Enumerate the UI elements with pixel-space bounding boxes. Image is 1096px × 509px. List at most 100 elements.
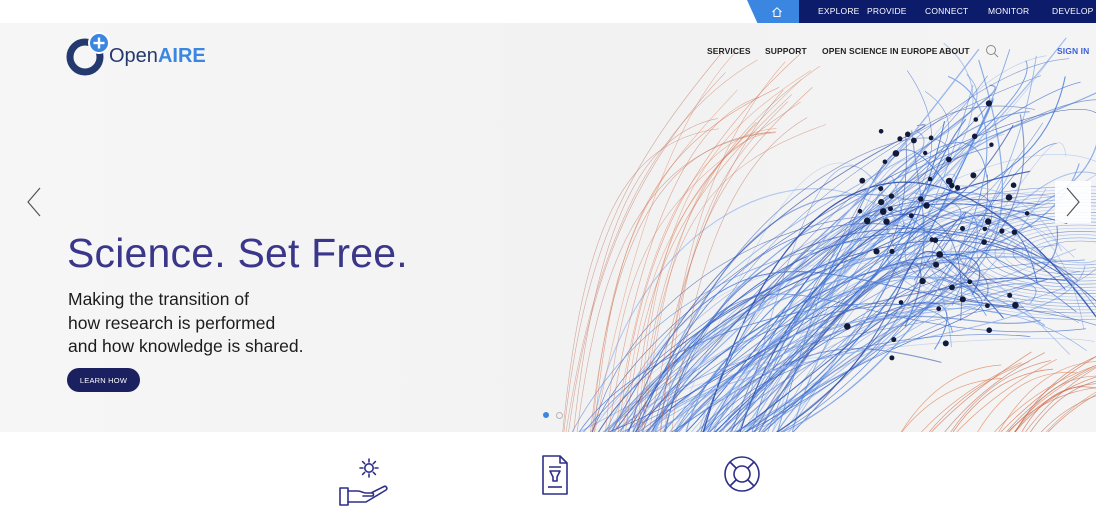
carousel-prev-button[interactable]	[16, 181, 52, 223]
illustration-node	[857, 208, 863, 214]
top-navigation-bar: EXPLORE PROVIDE CONNECT MONITOR DEVELOP	[0, 0, 1096, 23]
illustration-node	[844, 323, 851, 330]
illustration-node	[878, 199, 885, 206]
illustration-node	[919, 278, 926, 284]
illustration-node	[954, 185, 961, 191]
illustration-node	[1005, 194, 1013, 201]
chevron-right-icon	[1066, 187, 1080, 217]
home-button[interactable]	[747, 0, 799, 23]
illustration-node	[1024, 211, 1030, 216]
lifebuoy-icon	[724, 456, 760, 492]
home-icon	[772, 6, 782, 17]
hero-illustration	[562, 37, 1096, 432]
learn-how-button[interactable]: LEARN HOW	[67, 368, 140, 392]
illustration-node	[892, 150, 900, 157]
feature-document[interactable]	[540, 454, 570, 509]
illustration-node	[878, 129, 884, 134]
illustration-node	[936, 306, 942, 312]
feature-support[interactable]	[722, 454, 762, 509]
illustration-node	[879, 208, 887, 215]
hand-gear-icon	[339, 458, 388, 506]
illustration-node	[932, 237, 939, 243]
illustration-node	[889, 355, 895, 361]
search-icon	[986, 45, 999, 58]
illustration-stream	[701, 278, 1049, 432]
illustration-node	[897, 136, 903, 142]
illustration-node	[911, 137, 917, 144]
topbar-link-develop[interactable]: DEVELOP	[1052, 0, 1094, 23]
carousel-next-button[interactable]	[1055, 181, 1091, 223]
chevron-left-icon	[27, 187, 41, 217]
illustration-node	[989, 142, 994, 147]
illustration-node	[918, 196, 924, 202]
sign-in-link[interactable]: SIGN IN	[1057, 46, 1089, 56]
illustration-node	[888, 206, 893, 212]
illustration-stream-red	[921, 362, 1022, 432]
illustration-node	[873, 248, 880, 255]
logo-mark	[66, 32, 110, 76]
illustration-node	[959, 296, 966, 303]
hero-subline-2: how research is performed	[68, 313, 276, 333]
illustration-node	[923, 150, 928, 156]
topbar-link-connect[interactable]: CONNECT	[925, 0, 968, 23]
illustration-node	[882, 159, 888, 165]
illustration-node	[971, 133, 978, 140]
hero-subline-3: and how knowledge is shared.	[68, 336, 304, 356]
illustration-node	[942, 340, 949, 347]
illustration-node	[936, 251, 944, 258]
carousel-dot-2[interactable]	[556, 412, 563, 419]
illustration-stream-red	[931, 351, 1032, 432]
illustration-node	[859, 177, 866, 184]
illustration-node	[1007, 292, 1013, 298]
illustration-node	[973, 117, 979, 122]
illustration-node	[878, 186, 884, 192]
document-funnel-icon	[542, 455, 568, 495]
search-button[interactable]	[985, 44, 999, 63]
nav-about[interactable]: ABOUT	[939, 46, 970, 56]
illustration-node	[985, 303, 990, 309]
logo-text-aire: AIRE	[157, 45, 206, 67]
illustration-node	[889, 248, 895, 254]
topbar-link-monitor[interactable]: MONITOR	[988, 0, 1029, 23]
illustration-stream-red	[568, 72, 726, 432]
illustration-node	[888, 193, 895, 199]
illustration-node	[985, 100, 993, 107]
illustration-node	[933, 261, 940, 268]
hero-carousel: Science. Set Free. Making the transition…	[0, 23, 1096, 432]
illustration-stream-red	[900, 364, 1002, 432]
nav-support[interactable]: SUPPORT	[765, 46, 807, 56]
nav-open-science-in-europe[interactable]: OPEN SCIENCE IN EUROPE	[822, 46, 938, 56]
illustration-node	[949, 284, 955, 291]
illustration-node	[967, 279, 973, 285]
illustration-node	[981, 239, 987, 245]
illustration-stream	[642, 308, 1088, 432]
illustration-node	[960, 226, 965, 231]
illustration-node	[999, 228, 1005, 234]
topbar-link-explore[interactable]: EXPLORE	[818, 0, 860, 23]
illustration-node	[928, 135, 934, 141]
illustration-node	[909, 213, 914, 219]
illustration-node	[985, 218, 992, 225]
illustration-node	[863, 217, 871, 225]
illustration-node	[923, 202, 930, 209]
illustration-node	[949, 182, 955, 189]
illustration-node	[898, 300, 904, 305]
illustration-node	[970, 172, 977, 179]
hero-subline-1: Making the transition of	[68, 289, 249, 309]
illustration-node	[982, 226, 988, 232]
illustration-stream	[776, 59, 1004, 432]
carousel-dot-1[interactable]	[543, 412, 549, 418]
illustration-node	[891, 337, 897, 343]
nav-services[interactable]: SERVICES	[707, 46, 751, 56]
illustration-stream-red	[562, 128, 719, 432]
illustration-node	[1011, 229, 1018, 235]
topbar-link-provide[interactable]: PROVIDE	[867, 0, 907, 23]
illustration-node	[883, 218, 890, 225]
logo-text-open: Open	[109, 45, 158, 67]
illustration-node	[946, 156, 952, 163]
illustration-node	[986, 327, 992, 334]
illustration-node	[1012, 301, 1019, 309]
feature-services[interactable]	[338, 454, 394, 509]
illustration-node	[1010, 182, 1017, 188]
openaire-logo[interactable]: OpenAIRE	[65, 32, 215, 78]
